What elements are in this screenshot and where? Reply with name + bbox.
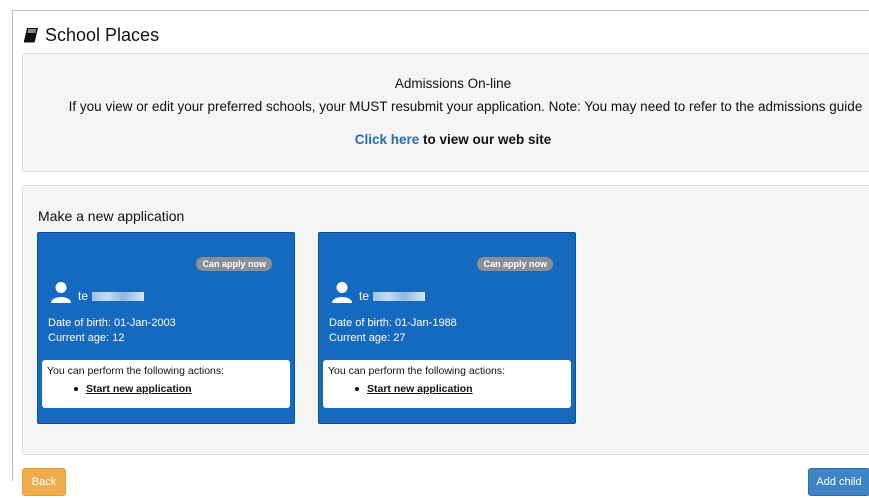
applications-panel: Make a new application Can apply now te … bbox=[22, 185, 869, 455]
child-name-row: te bbox=[50, 281, 145, 303]
info-body: If you view or edit your preferred schoo… bbox=[68, 99, 863, 114]
page-header: School Places bbox=[23, 23, 159, 47]
bullet-icon bbox=[74, 387, 78, 391]
date-of-birth: Date of birth: 01-Jan-2003 bbox=[48, 317, 176, 329]
redacted-name-mask bbox=[92, 292, 145, 302]
child-name: te bbox=[78, 289, 145, 303]
child-card: Can apply now te Date of birth: 01-Jan-2… bbox=[37, 232, 295, 424]
info-title: Admissions On-line bbox=[394, 76, 512, 91]
start-new-application-link[interactable]: Start new application bbox=[367, 383, 473, 395]
actions-label: You can perform the following actions: bbox=[47, 365, 225, 377]
actions-list: Start new application bbox=[74, 383, 192, 395]
actions-box: You can perform the following actions: S… bbox=[323, 360, 571, 408]
actions-list: Start new application bbox=[355, 383, 473, 395]
current-age: Current age: 12 bbox=[48, 332, 125, 344]
actions-label: You can perform the following actions: bbox=[328, 365, 506, 377]
child-card: Can apply now te Date of birth: 01-Jan-1… bbox=[318, 232, 576, 424]
info-link-line: Click here to view our web site bbox=[23, 132, 869, 147]
page-title: School Places bbox=[45, 24, 160, 45]
book-icon bbox=[23, 28, 38, 43]
redacted-name-mask bbox=[373, 292, 426, 302]
current-age: Current age: 27 bbox=[329, 332, 406, 344]
start-new-application-link[interactable]: Start new application bbox=[86, 383, 192, 395]
status-badge: Can apply now bbox=[477, 257, 553, 271]
applications-title: Make a new application bbox=[38, 208, 185, 224]
child-name-row: te bbox=[331, 281, 426, 303]
back-button[interactable]: Back bbox=[22, 468, 66, 496]
add-child-button[interactable]: Add child bbox=[808, 468, 869, 496]
bullet-icon bbox=[355, 387, 359, 391]
actions-box: You can perform the following actions: S… bbox=[42, 360, 290, 408]
date-of-birth: Date of birth: 01-Jan-1988 bbox=[329, 317, 457, 329]
link-suffix: to view our web site bbox=[419, 132, 552, 147]
child-name: te bbox=[359, 289, 426, 303]
admissions-info-panel: Admissions On-line If you view or edit y… bbox=[22, 53, 869, 172]
user-icon bbox=[332, 282, 352, 303]
web-site-link[interactable]: Click here bbox=[355, 132, 420, 147]
user-icon bbox=[51, 282, 71, 303]
status-badge: Can apply now bbox=[196, 257, 272, 271]
